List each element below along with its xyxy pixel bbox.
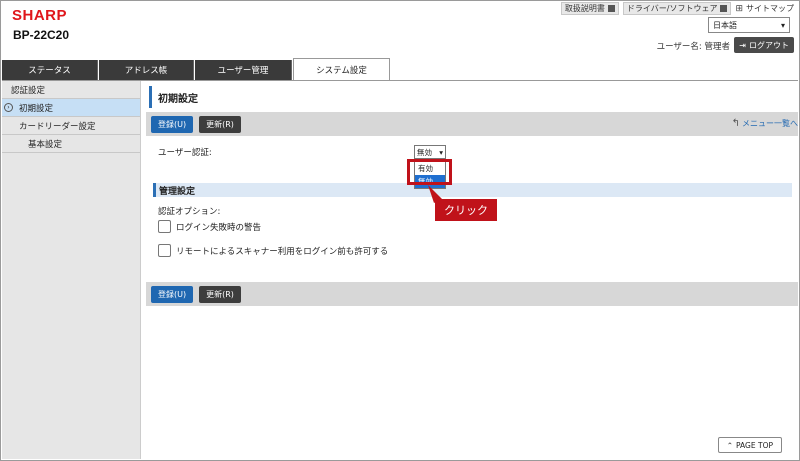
tab-address-book[interactable]: アドレス帳 — [99, 60, 194, 80]
sidebar-item-basic-settings[interactable]: 基本設定 — [2, 135, 140, 153]
driver-software-link-label: ドライバー/ソフトウェア — [626, 4, 718, 13]
page-title: 初期設定 — [149, 86, 795, 108]
click-callout: クリック — [435, 199, 497, 221]
login-failure-warning-checkbox[interactable] — [158, 220, 171, 233]
sidebar-item-label: 認証設定 — [11, 85, 46, 96]
sidebar-item-card-reader[interactable]: カードリーダー設定 — [2, 117, 140, 135]
sitemap-icon: ⊞ — [735, 3, 743, 14]
logout-label: ログアウト — [749, 40, 789, 50]
page-top-button[interactable]: ⌃ PAGE TOP — [717, 437, 782, 453]
manual-link[interactable]: 取扱説明書 — [560, 2, 619, 15]
sidebar-item-label: カードリーダー設定 — [19, 121, 96, 132]
sidebar-item-label: 初期設定 — [19, 103, 54, 114]
language-value: 日本語 — [713, 20, 737, 30]
top-action-bar: 登録(U) 更新(R) ↰ メニュー一覧へ — [146, 112, 798, 136]
register-button[interactable]: 登録(U) — [151, 115, 194, 133]
driver-software-link[interactable]: ドライバー/ソフトウェア — [622, 2, 732, 15]
bottom-action-bar: 登録(U) 更新(R) — [146, 282, 798, 306]
user-auth-value: 無効 — [417, 147, 432, 157]
tab-system-settings[interactable]: システム設定 — [293, 58, 390, 80]
login-failure-warning-label: ログイン失敗時の警告 — [176, 222, 262, 233]
section-admin-settings: 管理設定 — [153, 183, 792, 197]
top-links: 取扱説明書 ドライバー/ソフトウェア ⊞ サイトマップ — [560, 2, 794, 15]
chevron-right-icon: › — [4, 103, 13, 112]
external-window-icon — [720, 5, 728, 12]
return-arrow-icon: ↰ — [731, 118, 740, 129]
sidebar-item-initial-settings[interactable]: › 初期設定 — [2, 99, 140, 117]
manual-link-label: 取扱説明書 — [564, 4, 605, 13]
logout-icon: ⇥ — [739, 40, 746, 50]
auth-options-label: 認証オプション: — [158, 207, 221, 217]
chevron-down-icon: ▾ — [439, 147, 443, 157]
user-name: ユーザー名: 管理者 — [656, 42, 730, 52]
tab-user-management[interactable]: ユーザー管理 — [195, 60, 292, 80]
model-name: BP-22C20 — [13, 28, 70, 42]
main-tabs: ステータス アドレス帳 ユーザー管理 システム設定 — [2, 58, 798, 80]
page-top-label: PAGE TOP — [736, 440, 773, 450]
remote-scanner-row: リモートによるスキャナー利用をログイン前も許可する — [158, 244, 388, 257]
click-highlight-box — [407, 159, 452, 185]
sidebar-item-auth-settings[interactable]: 認証設定 — [2, 81, 140, 99]
menu-list-link-label: メニュー一覧へ — [742, 119, 798, 128]
sitemap-label: サイトマップ — [746, 4, 794, 13]
menu-list-link[interactable]: ↰ メニュー一覧へ — [732, 118, 798, 129]
tab-status[interactable]: ステータス — [2, 60, 98, 80]
refresh-button[interactable]: 更新(R) — [199, 115, 241, 133]
chevron-down-icon: ▾ — [780, 20, 785, 30]
user-auth-select[interactable]: 無効 ▾ — [414, 145, 446, 159]
remote-scanner-checkbox[interactable] — [158, 244, 171, 257]
external-window-icon — [607, 5, 615, 12]
login-failure-warning-row: ログイン失敗時の警告 — [158, 220, 261, 233]
refresh-button-bottom[interactable]: 更新(R) — [199, 285, 241, 303]
user-auth-label: ユーザー認証: — [158, 148, 212, 158]
sidebar: 認証設定 › 初期設定 カードリーダー設定 基本設定 — [2, 81, 141, 459]
language-select[interactable]: 日本語 ▾ — [708, 17, 790, 33]
sitemap-link[interactable]: ⊞ サイトマップ — [735, 3, 794, 14]
register-button-bottom[interactable]: 登録(U) — [151, 285, 194, 303]
remote-scanner-label: リモートによるスキャナー利用をログイン前も許可する — [176, 246, 389, 257]
sidebar-item-label: 基本設定 — [28, 139, 63, 150]
logout-button[interactable]: ⇥ ログアウト — [734, 37, 794, 53]
chevron-up-icon: ⌃ — [726, 440, 734, 450]
sharp-logo: SHARP — [12, 7, 68, 24]
